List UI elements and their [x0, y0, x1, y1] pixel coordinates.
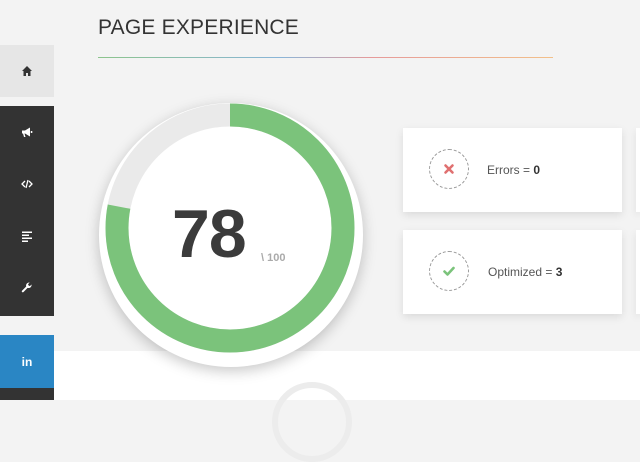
- home-icon: [22, 66, 32, 76]
- sidebar-item-code[interactable]: [0, 158, 54, 210]
- errors-icon-circle: [429, 149, 469, 189]
- next-card-edge: [636, 128, 640, 212]
- errors-card: Errors = 0: [403, 128, 622, 212]
- wrench-icon: [21, 282, 32, 293]
- bottom-gauge-partial: [272, 382, 352, 462]
- sidebar: in: [0, 0, 54, 400]
- code-icon: [21, 179, 33, 189]
- optimized-icon-circle: [429, 251, 469, 291]
- linkedin-icon: in: [21, 354, 33, 369]
- errors-label: Errors =: [487, 163, 534, 177]
- errors-count: 0: [533, 163, 541, 177]
- next-card-edge: [636, 230, 640, 314]
- sidebar-item-home[interactable]: [0, 45, 54, 97]
- sidebar-tools-group: [0, 106, 54, 316]
- optimized-card: Optimized = 3: [403, 230, 622, 314]
- megaphone-icon: [22, 127, 33, 137]
- x-icon: [444, 164, 454, 174]
- optimized-label: Optimized =: [488, 265, 556, 279]
- page-title: PAGE EXPERIENCE: [98, 16, 300, 39]
- align-left-icon: [22, 231, 32, 242]
- errors-text: Errors = 0: [487, 163, 540, 177]
- score-max: \ 100: [261, 252, 286, 264]
- optimized-text: Optimized = 3: [488, 265, 562, 279]
- sidebar-item-partial[interactable]: [0, 388, 54, 400]
- check-icon: [443, 266, 455, 276]
- sidebar-item-linkedin[interactable]: in: [0, 335, 54, 388]
- sidebar-item-announcements[interactable]: [0, 106, 54, 158]
- page: in PAGE EXPERIENCE 78 \ 100 Errors = 0 O…: [0, 0, 640, 462]
- title-divider: [98, 57, 553, 58]
- score-value: 78: [172, 196, 247, 272]
- sidebar-item-settings[interactable]: [0, 262, 54, 314]
- sidebar-item-content[interactable]: [0, 210, 54, 262]
- optimized-count: 3: [555, 265, 563, 279]
